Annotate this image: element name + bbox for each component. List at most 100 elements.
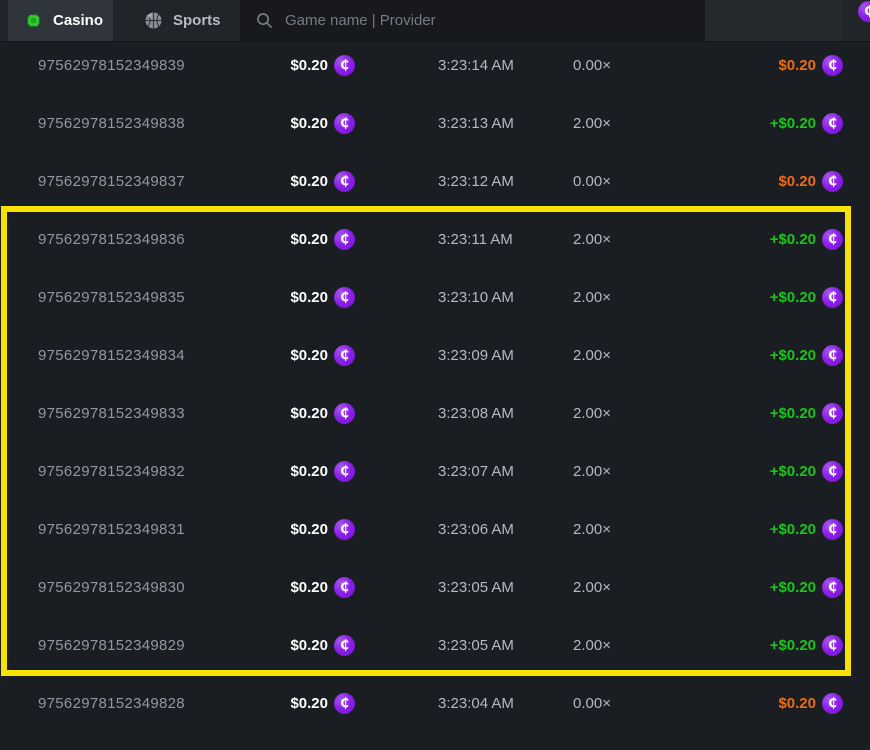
bet-time: 3:23:08 AM: [438, 384, 514, 442]
table-row: 97562978152349837 $0.20 ₵ 3:23:12 AM 0.0…: [0, 152, 870, 210]
table-row: 97562978152349833 $0.20 ₵ 3:23:08 AM 2.0…: [0, 384, 870, 442]
bet-time: 3:23:14 AM: [438, 36, 514, 94]
bet-amount-value: $0.20: [290, 695, 328, 712]
search-bar: [240, 0, 705, 41]
bet-id[interactable]: 97562978152349838: [38, 94, 185, 152]
tab-casino[interactable]: Casino: [8, 0, 113, 41]
bet-payout-value: +$0.20: [770, 347, 816, 364]
bet-multiplier: 2.00×: [573, 442, 611, 500]
bet-multiplier: 0.00×: [573, 674, 611, 732]
top-nav: Casino Sports ₵: [0, 0, 870, 42]
bet-amount-value: $0.20: [290, 463, 328, 480]
search-input[interactable]: [283, 11, 705, 30]
bet-id[interactable]: 97562978152349834: [38, 326, 185, 384]
bet-time: 3:23:05 AM: [438, 558, 514, 616]
coin-icon: ₵: [822, 229, 843, 250]
bet-amount: $0.20 ₵: [230, 152, 355, 210]
coin-icon: ₵: [822, 171, 843, 192]
bet-time: 3:23:06 AM: [438, 500, 514, 558]
tab-sports[interactable]: Sports: [128, 0, 228, 41]
table-row: 97562978152349828 $0.20 ₵ 3:23:04 AM 0.0…: [0, 674, 870, 732]
bet-multiplier: 0.00×: [573, 36, 611, 94]
balance-coin-icon: ₵: [858, 1, 870, 22]
coin-icon: ₵: [822, 345, 843, 366]
coin-icon: ₵: [822, 461, 843, 482]
bet-id[interactable]: 97562978152349839: [38, 36, 185, 94]
coin-icon: ₵: [334, 403, 355, 424]
bet-amount: $0.20 ₵: [230, 442, 355, 500]
coin-icon: ₵: [822, 693, 843, 714]
table-row: 97562978152349835 $0.20 ₵ 3:23:10 AM 2.0…: [0, 268, 870, 326]
bet-id[interactable]: 97562978152349829: [38, 616, 185, 674]
bet-amount-value: $0.20: [290, 521, 328, 538]
bet-id[interactable]: 97562978152349830: [38, 558, 185, 616]
bet-time: 3:23:12 AM: [438, 152, 514, 210]
bet-amount: $0.20 ₵: [230, 500, 355, 558]
bet-time: 3:23:05 AM: [438, 616, 514, 674]
bet-multiplier: 0.00×: [573, 152, 611, 210]
coin-icon: ₵: [334, 55, 355, 76]
coin-icon: ₵: [334, 635, 355, 656]
bet-payout-value: +$0.20: [770, 463, 816, 480]
bet-amount: $0.20 ₵: [230, 558, 355, 616]
bet-amount-value: $0.20: [290, 637, 328, 654]
bet-id[interactable]: 97562978152349837: [38, 152, 185, 210]
coin-icon: ₵: [334, 693, 355, 714]
bet-payout-value: $0.20: [778, 57, 816, 74]
bet-payout: $0.20 ₵: [778, 152, 843, 210]
bet-id[interactable]: 97562978152349836: [38, 210, 185, 268]
bet-time: 3:23:13 AM: [438, 94, 514, 152]
table-row: 97562978152349830 $0.20 ₵ 3:23:05 AM 2.0…: [0, 558, 870, 616]
bet-payout-value: +$0.20: [770, 579, 816, 596]
bet-multiplier: 2.00×: [573, 500, 611, 558]
bet-time: 3:23:04 AM: [438, 674, 514, 732]
bet-amount-value: $0.20: [290, 405, 328, 422]
bet-id[interactable]: 97562978152349833: [38, 384, 185, 442]
coin-icon: ₵: [822, 113, 843, 134]
bet-amount: $0.20 ₵: [230, 326, 355, 384]
bet-multiplier: 2.00×: [573, 558, 611, 616]
bet-payout: +$0.20 ₵: [770, 326, 843, 384]
bet-id[interactable]: 97562978152349835: [38, 268, 185, 326]
bet-time: 3:23:09 AM: [438, 326, 514, 384]
bet-amount-value: $0.20: [290, 57, 328, 74]
bet-amount: $0.20 ₵: [230, 36, 355, 94]
bet-multiplier: 2.00×: [573, 384, 611, 442]
bet-id[interactable]: 97562978152349828: [38, 674, 185, 732]
bet-time: 3:23:07 AM: [438, 442, 514, 500]
coin-icon: ₵: [822, 287, 843, 308]
bet-multiplier: 2.00×: [573, 616, 611, 674]
bet-multiplier: 2.00×: [573, 268, 611, 326]
bet-id[interactable]: 97562978152349831: [38, 500, 185, 558]
sports-icon: [144, 11, 163, 30]
tab-sports-label: Sports: [173, 12, 221, 29]
table-row: 97562978152349836 $0.20 ₵ 3:23:11 AM 2.0…: [0, 210, 870, 268]
bet-payout: +$0.20 ₵: [770, 616, 843, 674]
coin-icon: ₵: [822, 635, 843, 656]
bet-payout-value: +$0.20: [770, 521, 816, 538]
bet-payout-value: $0.20: [778, 695, 816, 712]
bet-id[interactable]: 97562978152349832: [38, 442, 185, 500]
coin-icon: ₵: [334, 577, 355, 598]
bet-payout-value: $0.20: [778, 173, 816, 190]
bet-time: 3:23:11 AM: [438, 210, 513, 268]
bet-payout: +$0.20 ₵: [770, 500, 843, 558]
header-panel: [705, 0, 843, 41]
table-row: 97562978152349834 $0.20 ₵ 3:23:09 AM 2.0…: [0, 326, 870, 384]
tab-casino-label: Casino: [53, 12, 103, 29]
bet-payout: +$0.20 ₵: [770, 384, 843, 442]
bet-payout: +$0.20 ₵: [770, 268, 843, 326]
bet-multiplier: 2.00×: [573, 326, 611, 384]
bet-payout: +$0.20 ₵: [770, 210, 843, 268]
bet-payout-value: +$0.20: [770, 115, 816, 132]
bet-amount-value: $0.20: [290, 173, 328, 190]
search-icon: [256, 12, 273, 29]
coin-icon: ₵: [334, 171, 355, 192]
bet-payout-value: +$0.20: [770, 289, 816, 306]
bet-multiplier: 2.00×: [573, 210, 611, 268]
bet-amount-value: $0.20: [290, 231, 328, 248]
coin-icon: ₵: [334, 113, 355, 134]
coin-icon: ₵: [822, 403, 843, 424]
bet-payout-value: +$0.20: [770, 405, 816, 422]
coin-icon: ₵: [334, 519, 355, 540]
